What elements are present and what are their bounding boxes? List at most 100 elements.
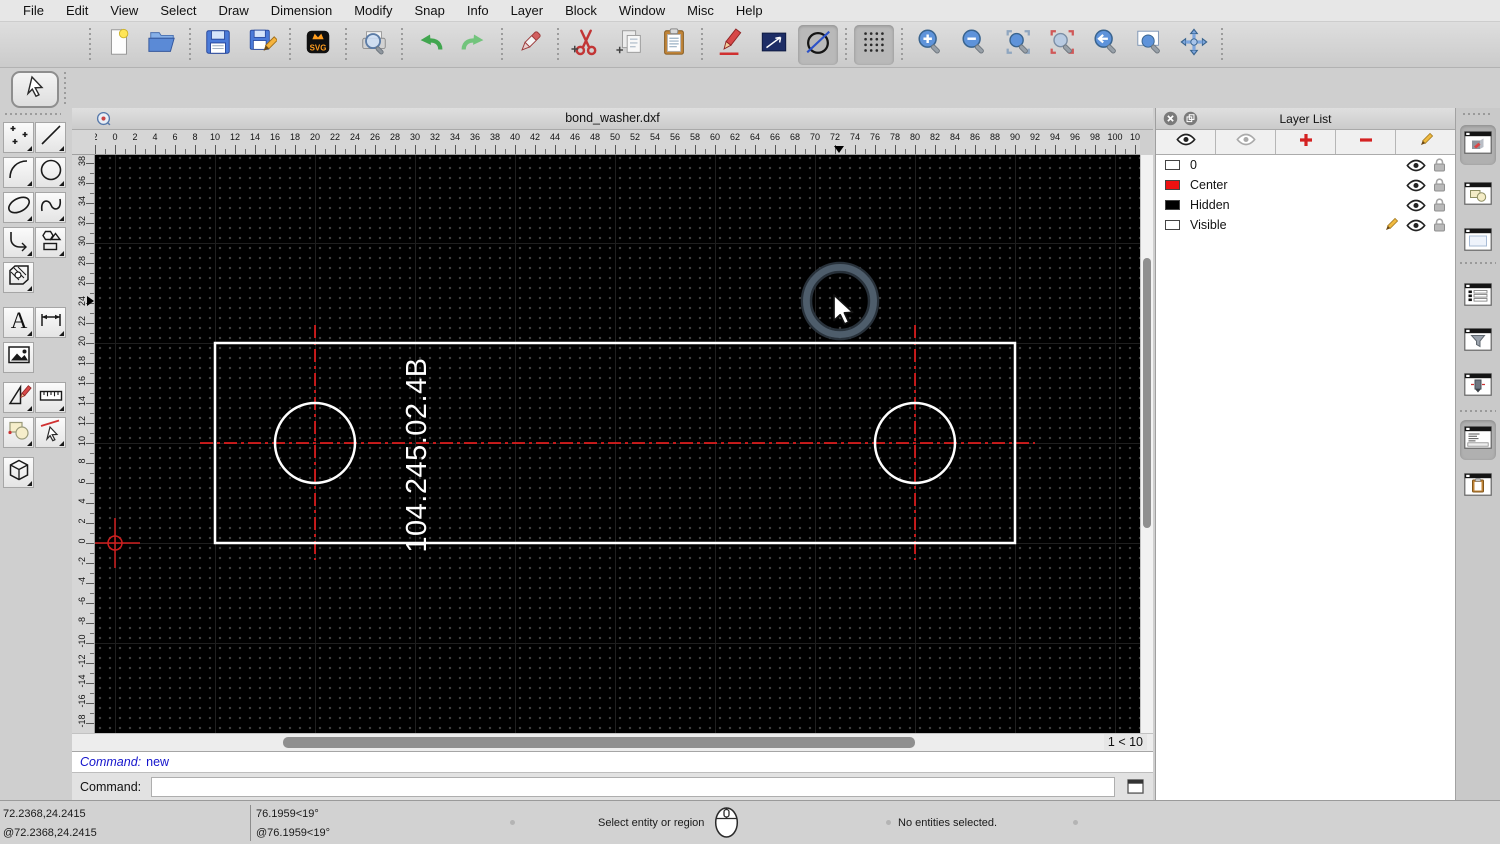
- undock-panel-icon[interactable]: [1182, 111, 1198, 127]
- line-tool-button[interactable]: [754, 25, 794, 65]
- command-window-icon[interactable]: [1125, 778, 1145, 796]
- layer-row-0[interactable]: 0: [1156, 155, 1455, 175]
- menu-item-view[interactable]: View: [99, 3, 149, 18]
- menu-item-layer[interactable]: Layer: [500, 3, 555, 18]
- tool-arc[interactable]: [3, 157, 34, 188]
- tool-polyline[interactable]: [3, 227, 34, 258]
- tool-line[interactable]: [35, 122, 66, 153]
- layer-visibility-eye-icon[interactable]: [1406, 179, 1426, 192]
- cut-button[interactable]: [566, 25, 606, 65]
- delete-button[interactable]: [510, 25, 550, 65]
- cursor-position-marker-y: [87, 296, 94, 306]
- open-file-button[interactable]: [142, 25, 182, 65]
- menu-item-block[interactable]: Block: [554, 3, 608, 18]
- origin-marker: [95, 518, 140, 568]
- command-prompt-label: Command:: [80, 779, 142, 794]
- paste-button[interactable]: [654, 25, 694, 65]
- dock-filter-button[interactable]: [1460, 322, 1496, 362]
- tool-circle[interactable]: [35, 157, 66, 188]
- command-history-value: new: [146, 755, 170, 769]
- h-ruler-label: 2: [132, 132, 138, 142]
- tool-spline[interactable]: [35, 192, 66, 223]
- dock-library-button[interactable]: [1460, 222, 1496, 262]
- layer-lock-icon[interactable]: [1433, 158, 1446, 172]
- redo-button[interactable]: [454, 25, 494, 65]
- layer-row-visible[interactable]: Visible: [1156, 215, 1455, 235]
- command-input[interactable]: [151, 776, 1115, 797]
- tool-image[interactable]: [3, 342, 34, 373]
- remove-layer-button[interactable]: [1336, 130, 1396, 154]
- edit-layer-button[interactable]: [1396, 130, 1455, 154]
- hide-all-eye-button[interactable]: [1216, 130, 1276, 154]
- vertical-scrollbar[interactable]: [1140, 155, 1153, 733]
- svg-text:SVG: SVG: [310, 43, 327, 52]
- tool-ellipse[interactable]: [3, 192, 34, 223]
- copy-button[interactable]: [610, 25, 650, 65]
- tool-explode[interactable]: [35, 417, 66, 448]
- show-all-eye-button[interactable]: [1156, 130, 1216, 154]
- select-tool-button[interactable]: [11, 71, 59, 108]
- tool-measure[interactable]: [35, 382, 66, 413]
- tool-hatch[interactable]: [3, 262, 34, 293]
- layer-visibility-eye-icon[interactable]: [1406, 199, 1426, 212]
- draw-pen-button[interactable]: [710, 25, 750, 65]
- zoom-window-button[interactable]: [1130, 25, 1170, 65]
- save-button[interactable]: [198, 25, 238, 65]
- zoom-out-button[interactable]: [954, 25, 994, 65]
- tool-solid-3d[interactable]: [3, 457, 34, 488]
- save-as-button[interactable]: [242, 25, 282, 65]
- menu-item-select[interactable]: Select: [149, 3, 207, 18]
- menu-item-snap[interactable]: Snap: [404, 3, 456, 18]
- layer-row-center[interactable]: Center: [1156, 175, 1455, 195]
- h-ruler-label: 10: [209, 132, 220, 142]
- add-layer-button[interactable]: [1276, 130, 1336, 154]
- menu-item-help[interactable]: Help: [725, 3, 774, 18]
- new-file-button[interactable]: [98, 25, 138, 65]
- tool-points[interactable]: [3, 122, 34, 153]
- layer-visibility-eye-icon[interactable]: [1406, 159, 1426, 172]
- tool-polygon[interactable]: [35, 227, 66, 258]
- dock-layers-button[interactable]: [1460, 277, 1496, 317]
- tool-text[interactable]: A: [3, 307, 34, 338]
- tool-order[interactable]: [3, 417, 34, 448]
- menu-item-file[interactable]: File: [12, 3, 55, 18]
- undo-button[interactable]: [410, 25, 450, 65]
- menu-item-window[interactable]: Window: [608, 3, 676, 18]
- zoom-current-button[interactable]: [1042, 25, 1082, 65]
- print-preview-button[interactable]: [354, 25, 394, 65]
- zoom-auto-button[interactable]: [998, 25, 1038, 65]
- menu-item-draw[interactable]: Draw: [207, 3, 259, 18]
- dock-draw-button[interactable]: [1460, 125, 1496, 165]
- dock-pen-button[interactable]: [1460, 367, 1496, 407]
- layer-row-hidden[interactable]: Hidden: [1156, 195, 1455, 215]
- tool-modify[interactable]: [3, 382, 34, 413]
- dock-clipboard-button[interactable]: [1460, 467, 1496, 507]
- dock-command-button[interactable]: [1460, 420, 1496, 460]
- dock-blocks-button[interactable]: [1460, 176, 1496, 216]
- layer-lock-icon[interactable]: [1433, 178, 1446, 192]
- menu-item-edit[interactable]: Edit: [55, 3, 99, 18]
- tool-dimension[interactable]: [35, 307, 66, 338]
- h-ruler-label: 66: [769, 132, 780, 142]
- close-panel-icon[interactable]: [1162, 111, 1178, 127]
- zoom-in-button[interactable]: [910, 25, 950, 65]
- horizontal-scrollbar[interactable]: 1 < 10: [72, 733, 1153, 751]
- zoom-previous-button[interactable]: [1086, 25, 1126, 65]
- h-ruler-label: 8: [192, 132, 198, 142]
- circle-tool-button[interactable]: [798, 24, 838, 65]
- menu-item-misc[interactable]: Misc: [676, 3, 725, 18]
- export-svg-button[interactable]: SVG: [298, 25, 338, 65]
- menu-item-modify[interactable]: Modify: [343, 3, 403, 18]
- menu-item-dimension[interactable]: Dimension: [260, 3, 343, 18]
- layer-visibility-eye-icon[interactable]: [1406, 219, 1426, 232]
- layer-lock-icon[interactable]: [1433, 218, 1446, 232]
- horizontal-scrollbar-thumb[interactable]: [283, 737, 915, 748]
- grid-toggle-button[interactable]: [854, 24, 894, 65]
- layer-lock-icon[interactable]: [1433, 198, 1446, 212]
- menu-item-info[interactable]: Info: [456, 3, 500, 18]
- drawing-canvas[interactable]: 104.245.02.4B: [95, 155, 1140, 733]
- drawing-window-titlebar[interactable]: bond_washer.dxf: [72, 108, 1153, 130]
- vertical-scrollbar-thumb[interactable]: [1143, 258, 1151, 528]
- command-history-label: Command:: [80, 755, 142, 769]
- zoom-pan-button[interactable]: [1174, 25, 1214, 65]
